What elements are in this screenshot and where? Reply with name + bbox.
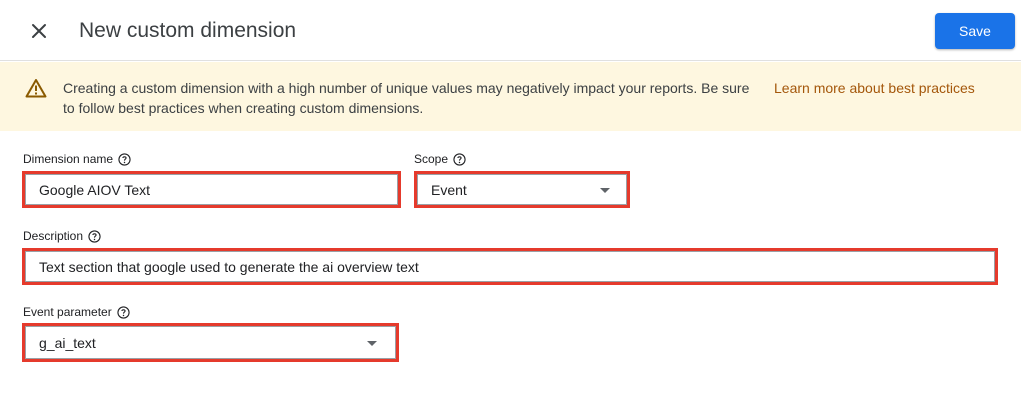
dimension-name-label-text: Dimension name (23, 152, 114, 166)
header-bar: New custom dimension Save (0, 0, 1021, 61)
page-title: New custom dimension (79, 19, 297, 42)
save-button[interactable]: Save (935, 13, 1015, 49)
scope-label: Scope (414, 152, 466, 166)
event-parameter-label: Event parameter (23, 305, 130, 319)
close-button[interactable] (25, 17, 53, 45)
best-practices-link[interactable]: Learn more about best practices (774, 78, 975, 98)
help-icon[interactable] (117, 305, 130, 319)
dimension-name-input[interactable]: Google AIOV Text (22, 171, 401, 208)
banner-message: Creating a custom dimension with a high … (63, 80, 750, 116)
description-label: Description (23, 229, 101, 243)
chevron-down-icon (600, 187, 610, 193)
description-value: Text section that google used to generat… (39, 258, 419, 275)
scope-value: Event (431, 181, 467, 198)
help-icon[interactable] (118, 152, 131, 166)
description-label-text: Description (23, 229, 84, 243)
event-parameter-value: g_ai_text (39, 334, 96, 351)
warning-icon (25, 79, 47, 98)
description-input[interactable]: Text section that google used to generat… (22, 248, 998, 285)
close-icon (32, 24, 46, 38)
dimension-name-label: Dimension name (23, 152, 131, 166)
scope-label-text: Scope (414, 152, 449, 166)
warning-banner: Creating a custom dimension with a high … (0, 62, 1021, 131)
dimension-name-value: Google AIOV Text (39, 181, 151, 198)
scope-select[interactable]: Event (414, 171, 630, 208)
event-parameter-label-text: Event parameter (23, 305, 112, 319)
help-icon[interactable] (88, 229, 101, 243)
help-icon[interactable] (453, 152, 466, 166)
event-parameter-select[interactable]: g_ai_text (22, 323, 399, 362)
chevron-down-icon (367, 340, 377, 346)
custom-dimension-page: New custom dimension Save Creating a cus… (0, 0, 1021, 395)
